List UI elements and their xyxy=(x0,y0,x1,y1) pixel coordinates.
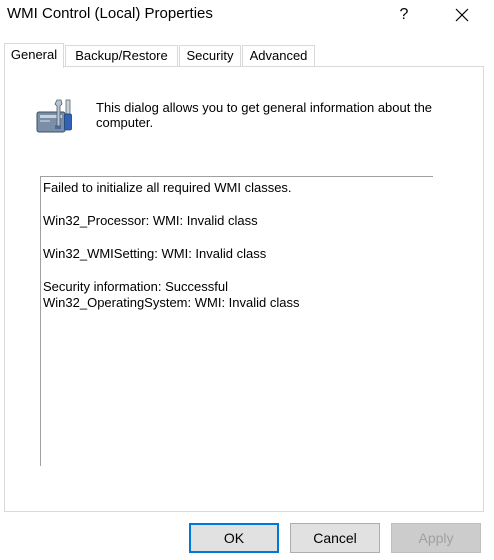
info-line: Win32_OperatingSystem: WMI: Invalid clas… xyxy=(43,295,300,310)
properties-dialog: WMI Control (Local) Properties ? General… xyxy=(0,0,494,560)
close-icon xyxy=(455,8,469,22)
cancel-button[interactable]: Cancel xyxy=(290,523,380,553)
general-description: This dialog allows you to get general in… xyxy=(96,100,433,130)
computer-management-icon xyxy=(35,98,77,138)
general-info-box[interactable]: Failed to initialize all required WMI cl… xyxy=(40,176,433,466)
info-line: Win32_WMISetting: WMI: Invalid class xyxy=(43,246,267,261)
info-line: Failed to initialize all required WMI cl… xyxy=(43,180,292,195)
info-line: Win32_Processor: WMI: Invalid class xyxy=(43,213,258,228)
tab-security[interactable]: Security xyxy=(179,45,241,67)
ok-button[interactable]: OK xyxy=(189,523,279,553)
info-line: Security information: Successful xyxy=(43,279,228,294)
window-title: WMI Control (Local) Properties xyxy=(7,5,213,22)
tab-advanced[interactable]: Advanced xyxy=(242,45,315,67)
title-bar[interactable]: WMI Control (Local) Properties ? xyxy=(0,0,494,30)
close-button[interactable] xyxy=(442,0,482,30)
general-tab-panel: This dialog allows you to get general in… xyxy=(4,66,484,512)
help-icon: ? xyxy=(399,6,409,23)
tab-general[interactable]: General xyxy=(4,43,64,68)
help-button[interactable]: ? xyxy=(384,0,424,30)
info-line xyxy=(43,229,433,246)
info-line xyxy=(43,196,433,213)
tab-backup-restore[interactable]: Backup/Restore xyxy=(65,45,178,67)
info-line xyxy=(43,262,433,279)
apply-button[interactable]: Apply xyxy=(391,523,481,553)
